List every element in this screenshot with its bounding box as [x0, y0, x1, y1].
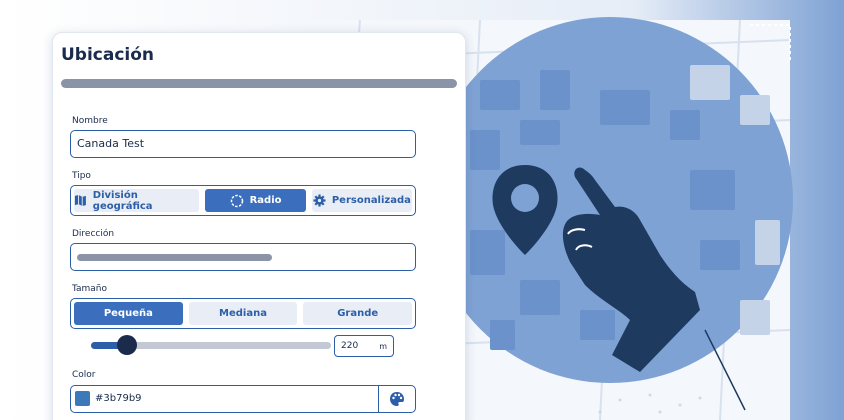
size-option-large-label: Grande	[337, 308, 379, 319]
color-value: #3b79b9	[95, 393, 142, 404]
type-option-geographic[interactable]: División geográfica	[74, 189, 200, 212]
palette-button[interactable]	[383, 389, 411, 409]
name-field[interactable]: Canada Test	[70, 130, 416, 158]
size-option-medium[interactable]: Mediana	[188, 302, 298, 325]
size-option-medium-label: Mediana	[219, 308, 267, 319]
size-value: 220	[341, 341, 359, 351]
name-label: Nombre	[72, 116, 108, 126]
panel-title: Ubicación	[61, 45, 155, 65]
color-swatch[interactable]	[75, 391, 90, 406]
type-option-radius-label: Radio	[249, 195, 282, 206]
color-field[interactable]: #3b79b9	[70, 385, 416, 413]
map-icon	[74, 195, 86, 206]
address-label: Dirección	[72, 229, 115, 239]
size-value-input[interactable]: 220 m	[334, 335, 394, 357]
location-panel: Ubicación Nombre Canada Test Tipo Divisi…	[52, 32, 466, 420]
size-label: Tamaño	[72, 284, 108, 294]
radius-circle-icon	[230, 194, 243, 207]
color-field-divider	[377, 386, 379, 412]
type-label: Tipo	[72, 171, 91, 181]
size-slider[interactable]	[91, 335, 331, 355]
type-option-radius[interactable]: Radio	[205, 189, 306, 212]
address-field[interactable]	[70, 243, 416, 271]
size-option-large[interactable]: Grande	[303, 302, 413, 325]
title-placeholder-bar	[61, 79, 457, 88]
size-selector: Pequeña Mediana Grande	[70, 298, 416, 329]
slider-thumb[interactable]	[117, 335, 137, 355]
type-option-custom[interactable]: Personalizada	[311, 189, 413, 212]
type-option-geographic-label: División geográfica	[92, 189, 153, 212]
name-value: Canada Test	[77, 137, 145, 150]
gear-icon	[313, 194, 326, 207]
size-unit: m	[379, 342, 387, 351]
palette-icon	[390, 392, 404, 406]
type-selector: División geográfica Radio Personalizada	[70, 185, 416, 216]
size-option-small[interactable]: Pequeña	[74, 302, 183, 325]
address-placeholder-bar	[77, 254, 272, 261]
type-option-custom-label: Personalizada	[331, 195, 411, 206]
color-label: Color	[72, 370, 96, 380]
size-option-small-label: Pequeña	[103, 308, 153, 319]
